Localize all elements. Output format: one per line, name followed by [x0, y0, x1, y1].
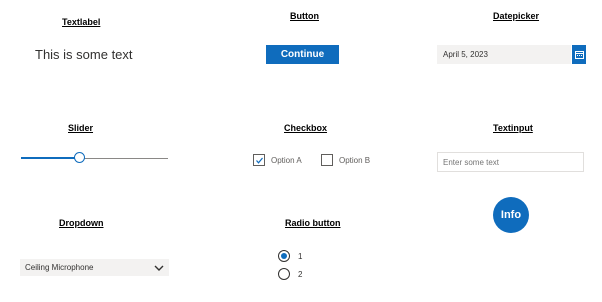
heading-slider: Slider	[68, 123, 94, 133]
checkbox-option-b-label: Option B	[339, 156, 371, 165]
continue-button[interactable]: Continue	[266, 45, 339, 64]
heading-button: Button	[290, 11, 319, 21]
datepicker-field[interactable]: April 5, 2023	[437, 45, 571, 64]
heading-textlabel: Textlabel	[62, 17, 101, 27]
slider[interactable]	[21, 150, 168, 166]
chevron-down-icon	[154, 265, 164, 271]
datepicker-calendar-button[interactable]	[572, 45, 586, 64]
datepicker-value: April 5, 2023	[443, 50, 488, 59]
radio-option-1[interactable]	[278, 250, 290, 262]
slider-thumb[interactable]	[74, 152, 85, 163]
heading-checkbox: Checkbox	[284, 123, 328, 133]
heading-textinput: Textinput	[493, 123, 533, 133]
slider-filled-track	[21, 157, 78, 159]
checkmark-icon	[255, 157, 263, 164]
info-button[interactable]: Info	[493, 197, 529, 233]
heading-datepicker: Datepicker	[493, 11, 540, 21]
text-label: This is some text	[35, 47, 133, 62]
text-input[interactable]	[437, 152, 584, 172]
heading-radio-button: Radio button	[285, 218, 341, 228]
checkbox-option-a[interactable]	[253, 154, 265, 166]
radio-option-1-label: 1	[298, 252, 303, 261]
checkbox-option-a-label: Option A	[271, 156, 302, 165]
radio-option-2[interactable]	[278, 268, 290, 280]
checkbox-option-b[interactable]	[321, 154, 333, 166]
slider-empty-track	[78, 157, 168, 159]
dropdown[interactable]: Ceiling Microphone	[20, 259, 169, 276]
radio-option-2-label: 2	[298, 270, 303, 279]
calendar-icon	[574, 51, 584, 59]
dropdown-selected-value: Ceiling Microphone	[25, 263, 94, 272]
heading-dropdown: Dropdown	[59, 218, 104, 228]
radio-selected-dot	[281, 253, 287, 259]
